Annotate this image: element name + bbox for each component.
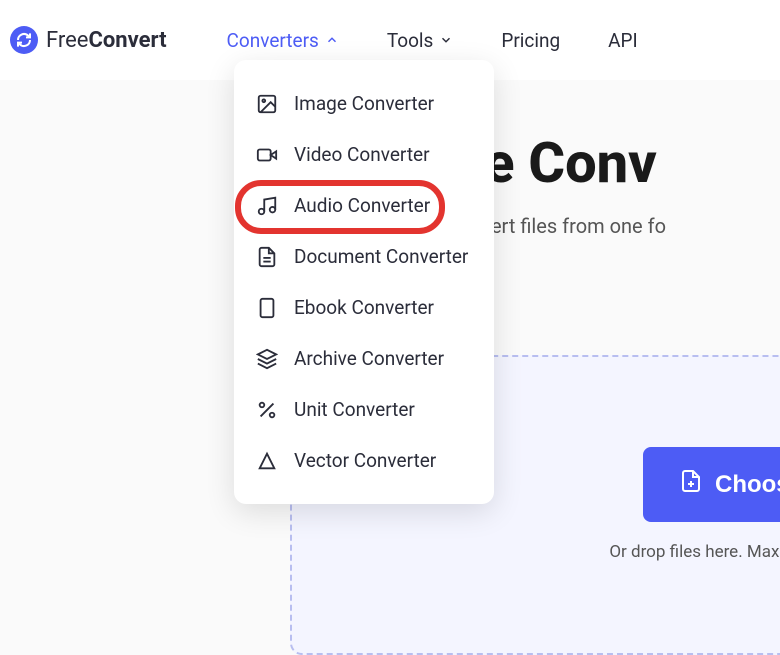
dropdown-item-vector[interactable]: Vector Converter <box>234 435 494 486</box>
document-icon <box>256 246 278 268</box>
nav-pricing-label: Pricing <box>501 29 560 52</box>
nav: Converters Tools Pricing API <box>227 29 638 52</box>
dropdown-item-video[interactable]: Video Converter <box>234 129 494 180</box>
logo-icon <box>10 26 38 54</box>
dropdown-label: Ebook Converter <box>294 296 434 319</box>
unit-icon <box>256 399 278 421</box>
choose-files-button[interactable]: Choose File <box>643 447 780 522</box>
logo-text: FreeConvert <box>46 28 167 53</box>
vector-icon <box>256 450 278 472</box>
chevron-up-icon <box>325 29 339 52</box>
nav-converters-label: Converters <box>227 29 319 52</box>
chevron-down-icon <box>439 29 453 52</box>
dropdown-item-audio[interactable]: Audio Converter <box>234 180 494 231</box>
dropdown-item-image[interactable]: Image Converter <box>234 78 494 129</box>
archive-icon <box>256 348 278 370</box>
nav-tools[interactable]: Tools <box>387 29 454 52</box>
dropdown-label: Unit Converter <box>294 398 415 421</box>
dropdown-label: Video Converter <box>294 143 430 166</box>
logo[interactable]: FreeConvert <box>10 26 167 54</box>
nav-pricing[interactable]: Pricing <box>501 29 560 52</box>
dropdown-item-unit[interactable]: Unit Converter <box>234 384 494 435</box>
dropdown-label: Image Converter <box>294 92 434 115</box>
choose-files-label: Choose File <box>715 471 780 499</box>
nav-converters[interactable]: Converters <box>227 29 339 52</box>
dropdown-item-document[interactable]: Document Converter <box>234 231 494 282</box>
dropdown-label: Archive Converter <box>294 347 444 370</box>
file-add-icon <box>679 469 703 500</box>
nav-api-label: API <box>608 29 638 52</box>
dropdown-label: Audio Converter <box>294 194 430 217</box>
dropdown-item-archive[interactable]: Archive Converter <box>234 333 494 384</box>
audio-icon <box>256 195 278 217</box>
image-icon <box>256 93 278 115</box>
converters-dropdown: Image Converter Video Converter Audio Co… <box>234 60 494 504</box>
nav-tools-label: Tools <box>387 29 434 52</box>
dropdown-item-ebook[interactable]: Ebook Converter <box>234 282 494 333</box>
dropdown-label: Vector Converter <box>294 449 436 472</box>
drop-hint: Or drop files here. Max file size <box>472 542 780 562</box>
video-icon <box>256 144 278 166</box>
ebook-icon <box>256 297 278 319</box>
dropdown-label: Document Converter <box>294 245 468 268</box>
nav-api[interactable]: API <box>608 29 638 52</box>
